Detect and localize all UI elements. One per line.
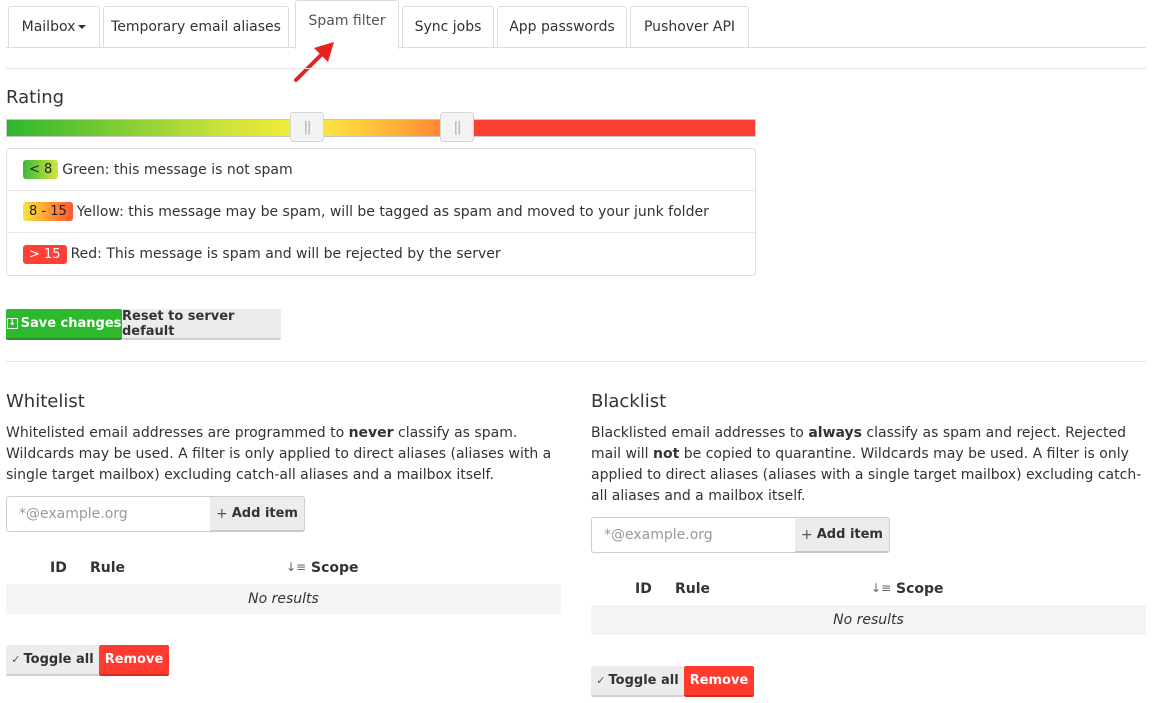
- slider-yellow-range: [323, 120, 457, 136]
- tab-pushover-api[interactable]: Pushover API: [630, 6, 749, 47]
- slider-handle-low[interactable]: ||: [290, 112, 324, 142]
- sort-icon[interactable]: ↓≡: [286, 560, 306, 574]
- toggle-label: Toggle all: [608, 673, 679, 688]
- desc-bold: not: [653, 446, 680, 462]
- desc-bold: never: [348, 425, 394, 441]
- blacklist-toggle-all-button[interactable]: ✓ Toggle all: [591, 666, 684, 697]
- remove-label: Remove: [104, 652, 164, 667]
- column-id[interactable]: ID: [50, 560, 67, 576]
- legend-row-red: > 15 Red: This message is spam and will …: [7, 233, 755, 275]
- legend-text: Green: this message is not spam: [62, 161, 293, 178]
- column-id[interactable]: ID: [635, 581, 652, 597]
- desc-text: Blacklisted email addresses to: [591, 425, 809, 441]
- badge-yellow: 8 - 15: [23, 202, 73, 221]
- save-icon: ↓: [6, 318, 18, 329]
- sort-icon[interactable]: ↓≡: [871, 581, 891, 595]
- blacklist-remove-button[interactable]: Remove: [684, 666, 754, 697]
- rating-title: Rating: [6, 87, 65, 108]
- whitelist-input[interactable]: [6, 496, 211, 532]
- legend-text: Red: This message is spam and will be re…: [70, 246, 501, 262]
- column-rule[interactable]: Rule: [90, 560, 125, 576]
- reset-server-default-button[interactable]: Reset to server default: [122, 309, 281, 340]
- plus-icon: +: [801, 526, 813, 543]
- reset-label: Reset to server default: [122, 308, 235, 339]
- blacklist-no-results: No results: [591, 605, 1146, 635]
- whitelist-add-item-button[interactable]: + Add item: [210, 496, 305, 532]
- divider: [6, 68, 1146, 69]
- whitelist-description: Whitelisted email addresses are programm…: [6, 423, 561, 486]
- caret-down-icon: [78, 25, 87, 29]
- legend-row-yellow: 8 - 15 Yellow: this message may be spam,…: [7, 191, 755, 233]
- blacklist-title: Blacklist: [591, 391, 667, 412]
- tab-label: Pushover API: [643, 19, 736, 35]
- check-icon: ✓: [596, 674, 606, 687]
- annotation-arrow-icon: [294, 42, 334, 82]
- divider: [6, 361, 1146, 362]
- whitelist-remove-button[interactable]: Remove: [99, 645, 169, 676]
- desc-text: Whitelisted email addresses are programm…: [6, 425, 349, 441]
- badge-red: > 15: [23, 244, 67, 264]
- whitelist-title: Whitelist: [6, 391, 85, 412]
- column-rule[interactable]: Rule: [675, 581, 710, 597]
- tab-sync-jobs[interactable]: Sync jobs: [402, 6, 494, 47]
- blacklist-description: Blacklisted email addresses to always cl…: [591, 423, 1146, 507]
- slider-handle-high[interactable]: ||: [440, 112, 474, 142]
- tab-app-passwords[interactable]: App passwords: [497, 6, 627, 47]
- save-label: Save changes: [20, 316, 122, 331]
- desc-bold: always: [808, 425, 862, 441]
- spam-score-slider[interactable]: || ||: [6, 112, 756, 142]
- whitelist-toggle-all-button[interactable]: ✓ Toggle all: [6, 645, 99, 676]
- column-scope[interactable]: Scope: [896, 581, 944, 597]
- tab-label: Spam filter: [308, 13, 386, 29]
- tab-mailbox[interactable]: Mailbox: [8, 6, 100, 47]
- plus-icon: +: [216, 505, 228, 522]
- remove-label: Remove: [689, 673, 749, 688]
- tab-mailbox-label: Mailbox: [21, 19, 76, 35]
- tab-label: Sync jobs: [414, 19, 482, 35]
- tab-temporary-email-aliases[interactable]: Temporary email aliases: [103, 6, 289, 47]
- legend-row-green: < 8 Green: this message is not spam: [7, 149, 755, 191]
- tab-bar: Mailbox Temporary email aliases Spam fil…: [6, 0, 1146, 49]
- whitelist-no-results: No results: [6, 584, 561, 614]
- blacklist-table-header: ID Rule ↓≡ Scope: [591, 575, 1146, 605]
- save-changes-button[interactable]: ↓ Save changes: [6, 309, 122, 340]
- legend-text: Yellow: this message may be spam, will b…: [76, 203, 709, 220]
- tab-label: Temporary email aliases: [111, 19, 281, 35]
- tab-label: App passwords: [509, 19, 615, 35]
- check-icon: ✓: [11, 653, 21, 666]
- add-label: Add item: [816, 527, 883, 542]
- add-label: Add item: [231, 506, 298, 521]
- rating-legend: < 8 Green: this message is not spam 8 - …: [6, 148, 756, 276]
- toggle-label: Toggle all: [23, 652, 94, 667]
- blacklist-add-item-button[interactable]: + Add item: [795, 517, 890, 553]
- column-scope[interactable]: Scope: [311, 560, 359, 576]
- whitelist-table-header: ID Rule ↓≡ Scope: [6, 554, 561, 584]
- badge-green: < 8: [23, 160, 59, 179]
- slider-red-range: [457, 120, 755, 136]
- blacklist-input[interactable]: [591, 517, 796, 553]
